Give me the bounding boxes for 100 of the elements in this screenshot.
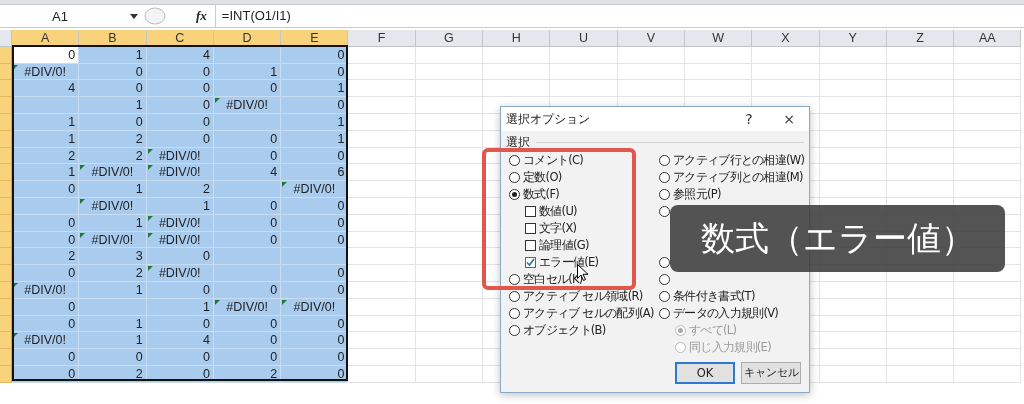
select-all-corner[interactable] — [0, 30, 12, 47]
table-cell — [886, 130, 955, 148]
table-cell — [819, 315, 887, 333]
table-cell — [954, 164, 1022, 182]
table-cell: 0 — [12, 181, 80, 198]
table-cell — [954, 147, 1022, 165]
column-header[interactable]: U — [550, 30, 618, 47]
radio-button[interactable] — [659, 172, 670, 183]
option-label[interactable]: オブジェクト(B) — [523, 323, 606, 338]
table-cell — [954, 315, 1022, 333]
table-cell: 0 — [146, 80, 214, 98]
table-cell: #DIV/0! — [146, 164, 214, 182]
option-label[interactable]: データの入力規則(V) — [673, 306, 779, 321]
checkbox[interactable] — [525, 206, 536, 217]
column-header[interactable]: C — [146, 30, 214, 47]
table-cell: #DIV/0! — [281, 181, 349, 198]
cancel-button[interactable]: キャンセル — [741, 362, 801, 384]
radio-button[interactable] — [659, 291, 670, 302]
column-header[interactable]: B — [79, 30, 147, 47]
table-cell — [819, 164, 887, 182]
checkbox[interactable] — [525, 223, 536, 234]
table-cell — [348, 349, 416, 366]
radio-button[interactable] — [509, 189, 520, 200]
caret-icon[interactable] — [130, 13, 138, 19]
column-header[interactable]: G — [415, 30, 484, 47]
radio-button[interactable] — [659, 189, 670, 200]
option-label[interactable]: 数式(F) — [523, 187, 560, 202]
help-button[interactable]: ? — [729, 111, 769, 127]
column-header[interactable]: D — [213, 30, 282, 47]
column-header[interactable]: W — [684, 30, 753, 47]
row-header[interactable] — [0, 181, 12, 198]
table-cell — [348, 164, 416, 182]
table-cell — [348, 114, 416, 131]
insert-function-button[interactable]: fx — [196, 8, 207, 24]
table-cell — [886, 97, 955, 114]
table-cell — [819, 130, 887, 148]
table-cell — [886, 298, 955, 316]
table-cell — [954, 281, 1022, 299]
option-label[interactable]: 条件付き書式(T) — [673, 289, 755, 304]
checkbox[interactable] — [525, 240, 536, 251]
row-header[interactable] — [0, 80, 12, 98]
radio-button[interactable] — [509, 325, 520, 336]
table-cell — [348, 365, 416, 383]
radio-button[interactable] — [659, 274, 670, 285]
table-cell: 0 — [281, 265, 349, 282]
row-header[interactable] — [0, 248, 12, 266]
option-label[interactable]: コメント(C) — [523, 153, 584, 168]
table-cell — [348, 214, 416, 232]
column-header[interactable]: E — [281, 30, 349, 47]
table-cell — [954, 332, 1022, 350]
table-cell — [886, 147, 955, 165]
table-cell — [348, 63, 416, 81]
option-label[interactable]: アクティブ列との相違(M) — [673, 170, 803, 185]
column-header[interactable]: AA — [954, 30, 1022, 47]
radio-button[interactable] — [659, 155, 670, 166]
column-header[interactable]: H — [483, 30, 551, 47]
resize-handle-icon[interactable] — [144, 7, 166, 25]
table-cell — [415, 63, 484, 81]
radio-button[interactable] — [509, 308, 520, 319]
option-label[interactable]: 参照元(P) — [673, 187, 721, 202]
close-button[interactable]: × — [769, 111, 809, 127]
table-cell: 0 — [12, 265, 80, 282]
option-label[interactable]: アクティブ セルの配列(A) — [523, 306, 654, 321]
ok-button[interactable]: OK — [675, 362, 735, 384]
row-header[interactable] — [0, 349, 12, 366]
column-header[interactable]: X — [752, 30, 820, 47]
formula-field[interactable]: =INT(O1/I1) — [214, 5, 1024, 27]
row-header[interactable] — [0, 265, 12, 282]
table-cell — [348, 298, 416, 316]
radio-button[interactable] — [509, 274, 520, 285]
row-header[interactable] — [0, 97, 12, 114]
column-header[interactable]: V — [617, 30, 685, 47]
table-cell: 0 — [281, 349, 349, 366]
table-cell: 0 — [146, 248, 214, 266]
row-header[interactable] — [0, 164, 12, 182]
option-label[interactable]: 数値(U) — [539, 204, 577, 219]
column-header[interactable]: Y — [819, 30, 887, 47]
option-label[interactable]: 論理値(G) — [539, 238, 589, 253]
name-box[interactable]: A1 — [0, 8, 120, 24]
table-cell: 0 — [281, 332, 349, 350]
column-header[interactable]: Z — [886, 30, 955, 47]
option-label[interactable]: アクティブ行との相違(W) — [673, 153, 805, 168]
table-cell — [819, 46, 887, 64]
radio-button[interactable] — [659, 206, 670, 217]
option-label[interactable]: アクティブ セル領域(R) — [523, 289, 643, 304]
table-cell — [483, 46, 551, 64]
table-cell — [348, 248, 416, 266]
row-header[interactable] — [0, 332, 12, 350]
table-cell — [348, 46, 416, 64]
radio-button[interactable] — [509, 155, 520, 166]
radio-button[interactable] — [509, 172, 520, 183]
column-header[interactable]: A — [12, 30, 80, 47]
column-header[interactable]: F — [348, 30, 416, 47]
radio-button[interactable] — [509, 291, 520, 302]
option-label[interactable]: 文字(X) — [539, 221, 577, 236]
radio-button[interactable] — [659, 308, 670, 319]
option-label[interactable]: 定数(O) — [523, 170, 562, 185]
checkbox[interactable] — [525, 257, 536, 268]
table-cell — [617, 63, 685, 81]
table-cell: 0 — [79, 80, 147, 98]
